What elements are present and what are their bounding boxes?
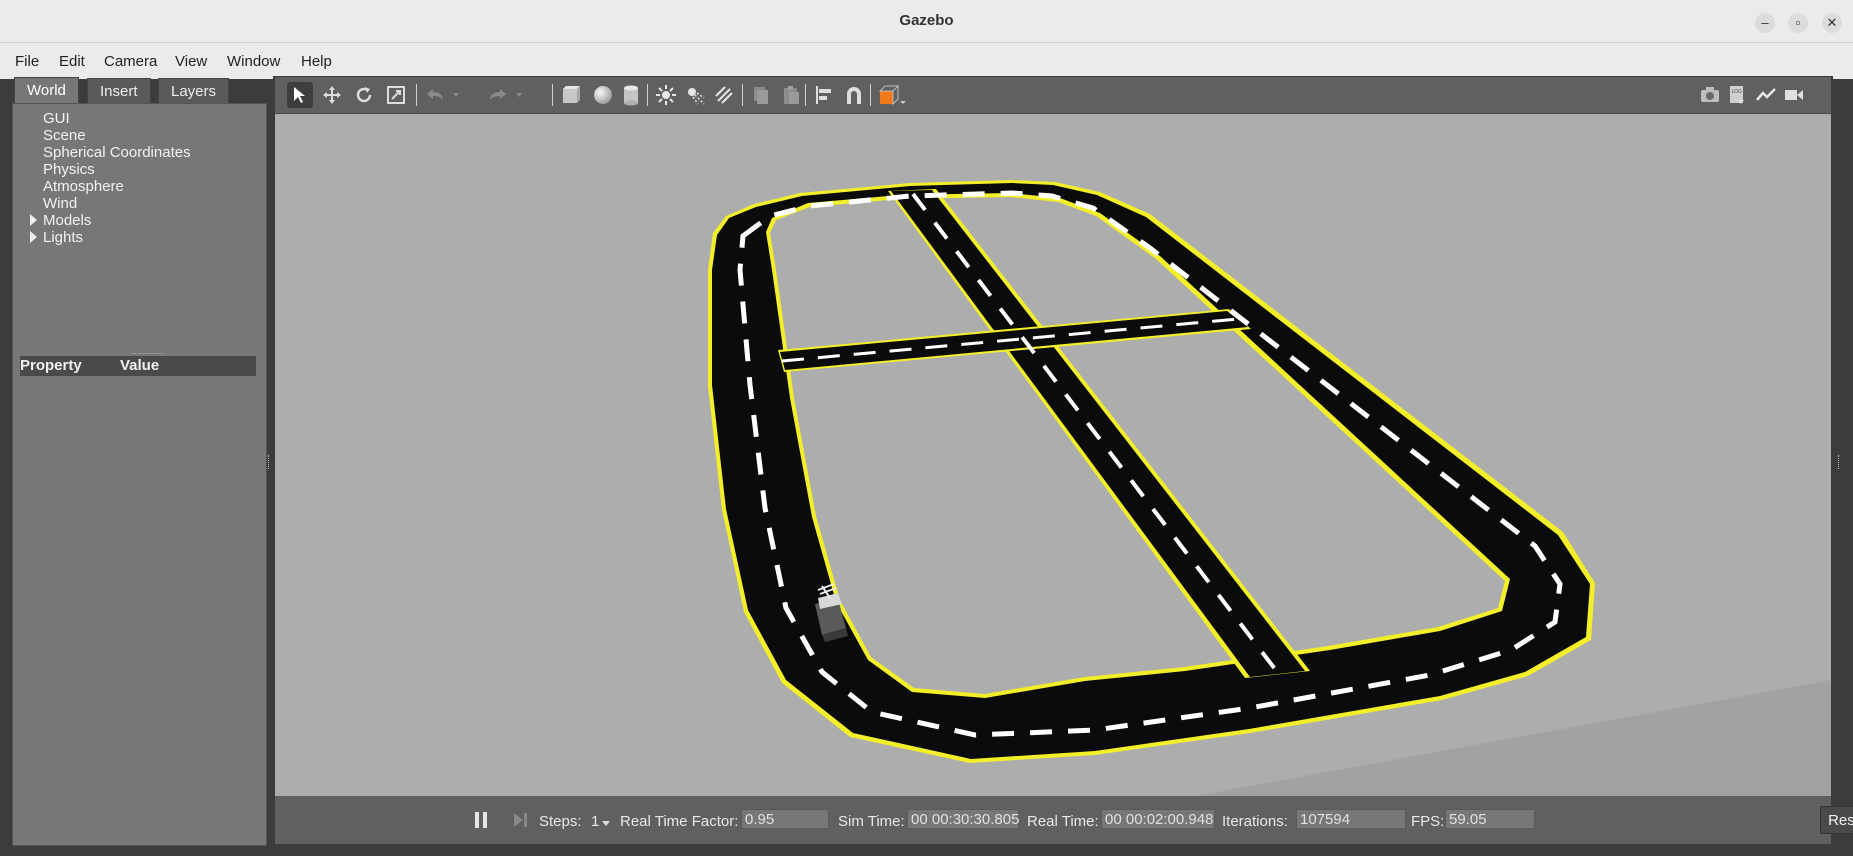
real-time-value: 00 00:02:00.948 <box>1101 809 1215 829</box>
close-button[interactable]: ✕ <box>1822 13 1842 33</box>
cylinder-shape-icon[interactable] <box>618 82 644 108</box>
scale-tool-icon[interactable] <box>383 82 409 108</box>
tree-item-spherical-coordinates[interactable]: Spherical Coordinates <box>43 144 191 161</box>
fps-value: 59.05 <box>1445 809 1535 829</box>
log-icon[interactable]: LOG <box>1724 82 1750 108</box>
minimize-button[interactable]: – <box>1755 13 1775 33</box>
fps-label: FPS: <box>1411 813 1445 830</box>
point-light-icon[interactable] <box>653 82 679 108</box>
rotate-tool-icon[interactable] <box>351 82 377 108</box>
tab-world[interactable]: World <box>14 77 79 104</box>
menu-view[interactable]: View <box>175 53 207 70</box>
align-icon[interactable] <box>811 82 837 108</box>
real-time-factor-value: 0.95 <box>741 809 829 829</box>
spot-light-icon[interactable] <box>682 82 708 108</box>
real-time-label: Real Time: <box>1027 813 1099 830</box>
plot-icon[interactable] <box>1753 82 1779 108</box>
sphere-shape-icon[interactable] <box>590 82 616 108</box>
select-tool-icon[interactable] <box>287 82 313 108</box>
title-bar: Gazebo – ▫ ✕ <box>0 0 1853 43</box>
tab-insert[interactable]: Insert <box>87 78 151 104</box>
toolbar: LOG <box>275 77 1831 114</box>
iterations-value: 107594 <box>1296 809 1406 829</box>
magnet-snap-icon[interactable] <box>841 82 867 108</box>
property-column-header: Property <box>20 357 82 374</box>
value-column-header: Value <box>120 357 160 374</box>
undo-icon[interactable] <box>422 82 448 108</box>
screenshot-icon[interactable] <box>1697 82 1723 108</box>
view-angle-icon[interactable] <box>876 82 910 108</box>
property-table-header: Property Value <box>20 356 256 376</box>
real-time-factor-label: Real Time Factor: <box>620 813 739 830</box>
redo-icon[interactable] <box>485 82 511 108</box>
toolbar-separator <box>805 84 806 106</box>
sim-time-value: 00 00:30:30.805 <box>907 809 1019 829</box>
menu-camera[interactable]: Camera <box>104 53 157 70</box>
record-video-icon[interactable] <box>1781 82 1807 108</box>
svg-text:LOG: LOG <box>1732 89 1743 95</box>
translate-tool-icon[interactable] <box>319 82 345 108</box>
directional-light-icon[interactable] <box>711 82 737 108</box>
tree-item-models[interactable]: Models <box>43 212 91 229</box>
menu-help[interactable]: Help <box>301 53 332 70</box>
sim-time-label: Sim Time: <box>838 813 905 830</box>
toolbar-separator <box>742 84 743 106</box>
menu-edit[interactable]: Edit <box>59 53 85 70</box>
toolbar-separator <box>416 84 417 106</box>
expand-arrow-icon[interactable] <box>30 214 37 226</box>
tree-item-physics[interactable]: Physics <box>43 161 95 178</box>
box-shape-icon[interactable] <box>558 82 584 108</box>
status-bar: Steps: 1 Real Time Factor: 0.95 Sim Time… <box>275 796 1853 844</box>
copy-icon[interactable] <box>748 82 774 108</box>
pause-icon[interactable] <box>475 812 479 828</box>
menu-file[interactable]: File <box>15 53 39 70</box>
toolbar-separator <box>647 84 648 106</box>
reset-time-button[interactable]: Reset Time <box>1820 806 1853 834</box>
steps-value[interactable]: 1 <box>591 813 599 830</box>
steps-label: Steps: <box>539 813 582 830</box>
tree-item-wind[interactable]: Wind <box>43 195 77 212</box>
pause-icon[interactable] <box>483 812 487 828</box>
toolbar-separator <box>870 84 871 106</box>
tree-item-gui[interactable]: GUI <box>43 110 70 127</box>
expand-arrow-icon[interactable] <box>30 231 37 243</box>
maximize-button[interactable]: ▫ <box>1788 13 1808 33</box>
steps-dropdown-icon[interactable] <box>602 821 610 826</box>
window-title: Gazebo <box>899 12 954 29</box>
menu-window[interactable]: Window <box>227 53 280 70</box>
undo-history-icon[interactable] <box>449 82 463 108</box>
app-window: Gazebo – ▫ ✕ File Edit Camera View Windo… <box>0 0 1853 856</box>
3d-viewport[interactable] <box>275 114 1831 796</box>
tree-item-atmosphere[interactable]: Atmosphere <box>43 178 124 195</box>
tree-item-scene[interactable]: Scene <box>43 127 86 144</box>
toolbar-separator <box>552 84 553 106</box>
menu-bar: File Edit Camera View Window Help <box>0 43 1853 79</box>
tree-item-lights[interactable]: Lights <box>43 229 83 246</box>
tab-layers[interactable]: Layers <box>158 78 230 104</box>
redo-history-icon[interactable] <box>512 82 526 108</box>
right-panel-resize-handle[interactable] <box>1838 455 1842 469</box>
scene-render <box>708 180 1831 796</box>
step-icon[interactable] <box>511 810 529 830</box>
iterations-label: Iterations: <box>1222 813 1288 830</box>
left-panel-resize-handle[interactable] <box>268 455 272 469</box>
paste-icon[interactable] <box>778 82 804 108</box>
